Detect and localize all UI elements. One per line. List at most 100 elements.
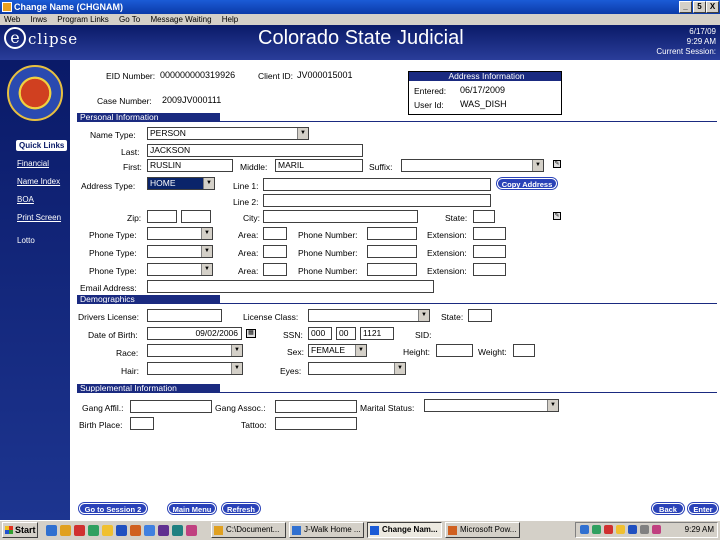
hair-select[interactable]: ▼ xyxy=(147,362,243,375)
window-title-bar[interactable]: Change Name (CHGNAM) xyxy=(0,0,720,14)
windows-flag-icon xyxy=(5,526,13,534)
extension-field[interactable] xyxy=(473,263,506,276)
start-button[interactable]: Start xyxy=(2,522,38,538)
sex-select[interactable]: FEMALE ▼ xyxy=(308,344,367,357)
minimize-button[interactable]: _ xyxy=(679,1,692,13)
city-field[interactable] xyxy=(263,210,418,223)
tray-icon[interactable] xyxy=(616,525,625,534)
enter-button[interactable]: Enter xyxy=(688,503,718,514)
ie-icon[interactable] xyxy=(46,525,57,536)
license-class-select[interactable]: ▼ xyxy=(308,309,430,322)
menu-go-to[interactable]: Go To xyxy=(119,15,140,24)
ssn-part3-field[interactable]: 1121 xyxy=(360,327,394,340)
taskbar-item-change-name[interactable]: Change Nam... xyxy=(367,522,442,538)
address-lookup-icon[interactable]: ✎ xyxy=(553,212,561,220)
tray-icon[interactable] xyxy=(604,525,613,534)
menu-help[interactable]: Help xyxy=(222,15,238,24)
last-name-field[interactable]: JACKSON xyxy=(147,144,363,157)
app-quicklaunch-icon[interactable] xyxy=(74,525,85,536)
app-quicklaunch-icon[interactable] xyxy=(88,525,99,536)
tray-icon[interactable] xyxy=(580,525,589,534)
area-field[interactable] xyxy=(263,263,287,276)
eyes-select[interactable]: ▼ xyxy=(308,362,406,375)
sidebar-item-print-screen[interactable]: Print Screen xyxy=(17,213,61,222)
phone-type-select[interactable]: ▼ xyxy=(147,227,213,240)
first-name-field[interactable]: RUSLIN xyxy=(147,159,233,172)
ssn-part2-field[interactable]: 00 xyxy=(336,327,356,340)
race-label: Race: xyxy=(116,348,139,358)
phone-number-field[interactable] xyxy=(367,263,417,276)
drivers-license-field[interactable] xyxy=(147,309,222,322)
sidebar-item-name-index[interactable]: Name Index xyxy=(17,177,60,186)
weight-field[interactable] xyxy=(513,344,535,357)
birth-place-field[interactable] xyxy=(130,417,154,430)
address-type-select[interactable]: HOME ▼ xyxy=(147,177,215,190)
maximize-button[interactable]: 5 xyxy=(693,1,706,13)
race-select[interactable]: ▼ xyxy=(147,344,243,357)
email-field[interactable] xyxy=(147,280,434,293)
name-type-select[interactable]: PERSON ▼ xyxy=(147,127,309,140)
app-quicklaunch-icon[interactable] xyxy=(144,525,155,536)
tray-icon[interactable] xyxy=(592,525,601,534)
go-to-session-button[interactable]: Go to Session 2 xyxy=(79,503,147,514)
area-field[interactable] xyxy=(263,227,287,240)
app-quicklaunch-icon[interactable] xyxy=(130,525,141,536)
address-line2-field[interactable] xyxy=(263,194,491,207)
phone-type-select[interactable]: ▼ xyxy=(147,263,213,276)
app-quicklaunch-icon[interactable] xyxy=(158,525,169,536)
menu-program-links[interactable]: Program Links xyxy=(57,15,109,24)
state-field[interactable] xyxy=(473,210,495,223)
sidebar-item-financial[interactable]: Financial xyxy=(17,159,49,168)
extension-field[interactable] xyxy=(473,245,506,258)
app-quicklaunch-icon[interactable] xyxy=(102,525,113,536)
sidebar-item-lotto[interactable]: Lotto xyxy=(17,236,35,245)
name-type-value: PERSON xyxy=(150,128,186,138)
menu-message-waiting[interactable]: Message Waiting xyxy=(150,15,211,24)
case-number-label: Case Number: xyxy=(97,96,152,106)
area-field[interactable] xyxy=(263,245,287,258)
back-button[interactable]: Back xyxy=(652,503,684,514)
section-rule xyxy=(77,121,717,122)
phone-number-field[interactable] xyxy=(367,245,417,258)
gang-affil-field[interactable] xyxy=(130,400,212,413)
tray-icon[interactable] xyxy=(652,525,661,534)
sidebar-item-boa[interactable]: BOA xyxy=(17,195,34,204)
copy-address-button[interactable]: Copy Address xyxy=(497,178,557,189)
folder-icon[interactable] xyxy=(60,525,71,536)
taskbar-item-jwalk[interactable]: J-Walk Home ... xyxy=(289,522,364,538)
close-button[interactable]: X xyxy=(706,1,719,13)
header-time: 9:29 AM xyxy=(686,37,716,46)
menu-web[interactable]: Web xyxy=(4,15,20,24)
dl-state-field[interactable] xyxy=(468,309,492,322)
suffix-select[interactable]: ▼ xyxy=(401,159,544,172)
phone-number-field[interactable] xyxy=(367,227,417,240)
marital-status-select[interactable]: ▼ xyxy=(424,399,559,412)
height-field[interactable] xyxy=(436,344,473,357)
extension-field[interactable] xyxy=(473,227,506,240)
start-label: Start xyxy=(15,525,36,535)
address-line1-field[interactable] xyxy=(263,178,491,191)
tray-icon[interactable] xyxy=(640,525,649,534)
license-class-label: License Class: xyxy=(243,312,299,322)
tattoo-field[interactable] xyxy=(275,417,357,430)
main-menu-button[interactable]: Main Menu xyxy=(168,503,216,514)
gang-assoc-field[interactable] xyxy=(275,400,357,413)
app-quicklaunch-icon[interactable] xyxy=(172,525,183,536)
sidebar-item-quick-links[interactable]: Quick Links xyxy=(16,140,68,151)
zip-field[interactable] xyxy=(147,210,177,223)
taskbar-item-documents[interactable]: C:\Document... xyxy=(211,522,286,538)
refresh-button[interactable]: Refresh xyxy=(222,503,260,514)
zip-ext-field[interactable] xyxy=(181,210,211,223)
app-quicklaunch-icon[interactable] xyxy=(186,525,197,536)
middle-name-field[interactable]: MARIL xyxy=(275,159,363,172)
phone-type-select[interactable]: ▼ xyxy=(147,245,213,258)
menu-inws[interactable]: Inws xyxy=(31,15,47,24)
taskbar-item-powerpoint[interactable]: Microsoft Pow... xyxy=(445,522,520,538)
app-quicklaunch-icon[interactable] xyxy=(116,525,127,536)
taskbar-clock: 9:29 AM xyxy=(684,525,714,534)
dob-field[interactable]: 09/02/2006 xyxy=(147,327,242,340)
ssn-part1-field[interactable]: 000 xyxy=(308,327,332,340)
calendar-icon[interactable]: ▦ xyxy=(246,329,256,338)
name-lookup-icon[interactable]: ✎ xyxy=(553,160,561,168)
tray-icon[interactable] xyxy=(628,525,637,534)
